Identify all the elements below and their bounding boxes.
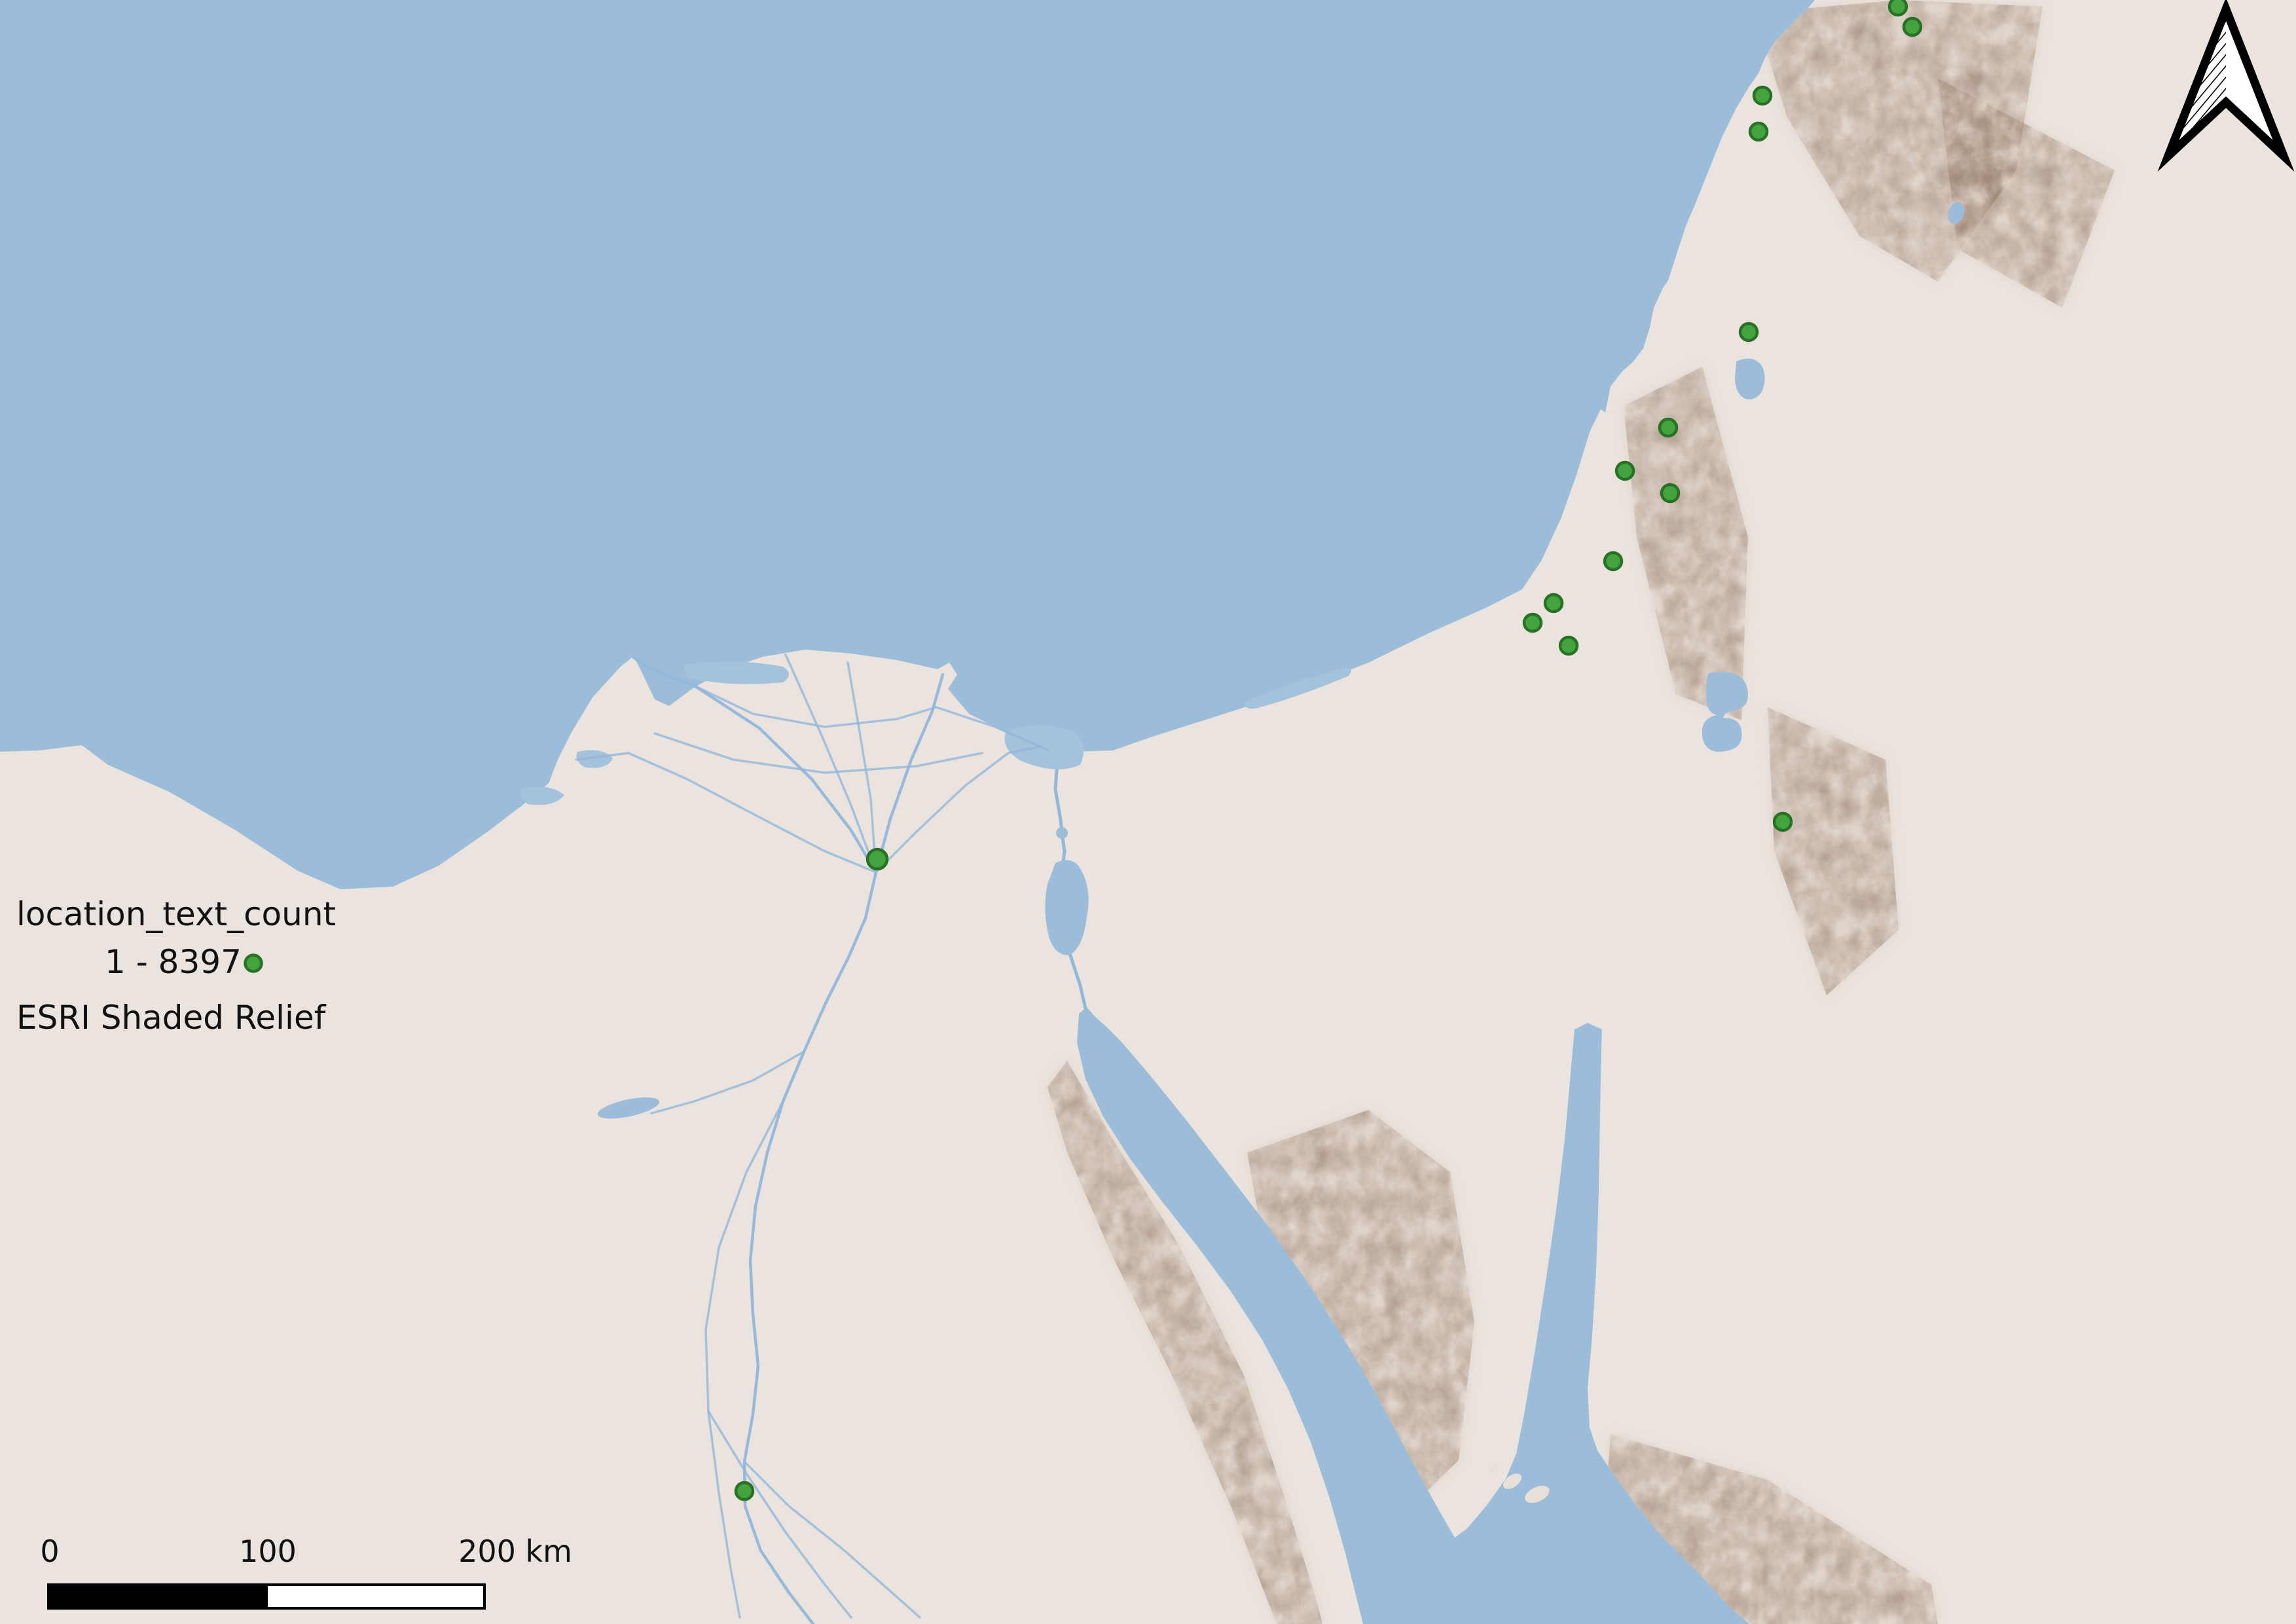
scalebar-label-200: 200 km <box>458 1534 572 1569</box>
location-marker <box>1662 485 1679 502</box>
legend-symbol-icon <box>246 955 262 972</box>
location-marker <box>1660 419 1677 436</box>
location-marker <box>1774 813 1791 830</box>
legend-basemap-label: ESRI Shaded Relief <box>16 999 327 1037</box>
map-export-page: location_text_count 1 - 8397 ESRI Shaded… <box>0 0 2296 1624</box>
location-marker <box>1560 637 1577 654</box>
legend-class-label: 1 - 8397 <box>105 943 242 981</box>
location-marker <box>867 849 887 869</box>
map-canvas: location_text_count 1 - 8397 ESRI Shaded… <box>0 0 2296 1624</box>
lake-timsah <box>1056 827 1068 839</box>
location-marker <box>1904 18 1921 35</box>
location-marker <box>1524 614 1541 631</box>
location-marker <box>1889 0 1906 15</box>
scalebar-segment-2 <box>266 1585 484 1608</box>
location-marker <box>1740 323 1757 341</box>
location-marker <box>736 1483 753 1500</box>
legend-layer-title: location_text_count <box>16 895 336 933</box>
location-marker <box>1754 87 1771 104</box>
scalebar-segment-1 <box>48 1585 266 1608</box>
location-marker <box>1616 462 1633 479</box>
scalebar-label-100: 100 <box>239 1534 297 1569</box>
location-marker <box>1545 595 1562 612</box>
location-marker <box>1605 553 1622 570</box>
scalebar-label-0: 0 <box>40 1534 59 1569</box>
location-marker <box>1750 123 1767 140</box>
sea-of-galilee <box>1735 359 1765 399</box>
